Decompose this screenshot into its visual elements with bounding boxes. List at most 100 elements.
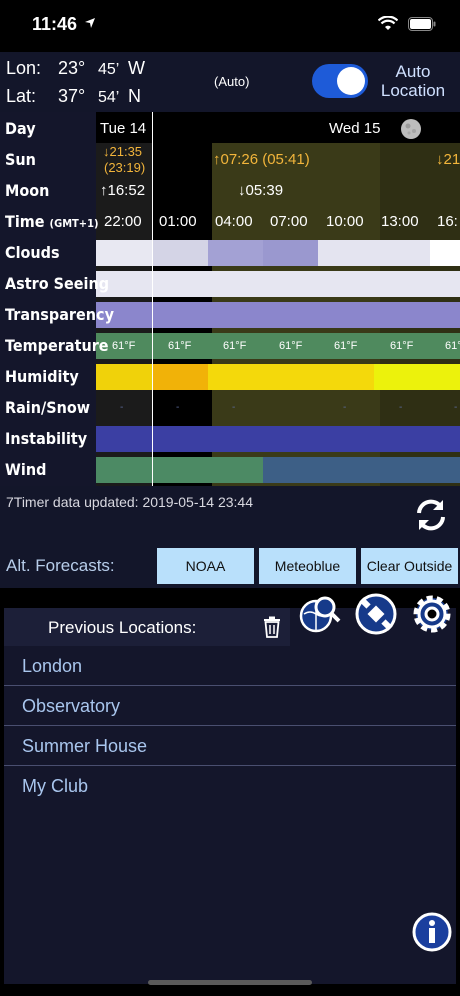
moonrise-text: ↑16:52 <box>100 182 146 199</box>
instability-cell <box>96 426 460 452</box>
seeing-cell <box>96 271 460 297</box>
battery-icon <box>408 16 436 36</box>
time-tick: 04:00 <box>215 213 253 230</box>
lat-label: Lat: <box>6 86 37 106</box>
alt-forecasts-bar: Alt. Forecasts: NOAA Meteoblue Clear Out… <box>0 546 460 588</box>
temp-value: 61°F <box>279 340 303 352</box>
current-time-line <box>152 112 153 486</box>
temp-value: 61°F <box>390 340 414 352</box>
auto-tag: (Auto) <box>214 74 250 89</box>
cloud-cell <box>96 240 152 266</box>
latitude-display[interactable]: Lat: 37° 54’ N <box>6 86 148 107</box>
moonset-text: ↓05:39 <box>238 182 284 199</box>
auto-location-line2: Location <box>380 81 446 100</box>
rain-none: - <box>454 402 458 413</box>
location-item[interactable]: Observatory <box>4 686 456 726</box>
clear-outside-button[interactable]: Clear Outside <box>361 548 458 584</box>
cloud-cell <box>208 240 263 266</box>
cloud-cell <box>430 240 460 266</box>
row-label-seeing: Astro Seeing <box>5 274 110 293</box>
lat-minutes: 54’ <box>98 89 120 106</box>
rain-none: - <box>343 402 347 413</box>
auto-location-line1: Auto <box>395 62 431 81</box>
lat-degrees: 37° <box>58 86 86 106</box>
day2-label: Wed 15 <box>329 120 381 137</box>
toggle-knob <box>337 67 365 95</box>
row-labels: Day Sun Moon Time (GMT+1) Clouds Astro S… <box>0 112 114 486</box>
time-tick: 01:00 <box>159 213 197 230</box>
gear-icon[interactable] <box>410 592 454 636</box>
meteoblue-button[interactable]: Meteoblue <box>259 548 356 584</box>
lon-degrees: 23° <box>58 58 86 78</box>
lon-label: Lon: <box>6 58 42 78</box>
time-tick: 10:00 <box>326 213 364 230</box>
temp-value: 61°F <box>334 340 358 352</box>
cloud-cell <box>152 240 208 266</box>
previous-locations-header: Previous Locations: <box>4 608 290 646</box>
home-indicator[interactable] <box>148 980 312 985</box>
temp-value: 61° <box>445 340 460 352</box>
previous-locations-title: Previous Locations: <box>48 618 197 637</box>
time-tick: 16: <box>437 213 458 230</box>
location-header: Lon: 23° 45’ W Lat: 37° 54’ N (Auto) Auto Loca… <box>0 52 460 112</box>
temp-value: 61°F <box>168 340 192 352</box>
humidity-cell <box>96 364 152 390</box>
cloud-cell <box>318 240 430 266</box>
location-item[interactable]: Summer House <box>4 726 456 766</box>
rain-none: - <box>399 402 403 413</box>
status-time: 11:46 <box>32 14 78 34</box>
time-tick: 22:00 <box>104 213 142 230</box>
sunset1-sub: (23:19) <box>104 160 146 175</box>
row-label-wind: Wind <box>5 460 47 479</box>
auto-location-toggle[interactable] <box>312 64 368 98</box>
humidity-cell <box>208 364 374 390</box>
cloud-cell <box>263 240 318 266</box>
lat-direction: N <box>128 86 141 106</box>
previous-locations-list: London Observatory Summer House My Club <box>4 646 456 806</box>
satellite-icon[interactable] <box>354 592 398 636</box>
trash-icon[interactable] <box>262 616 282 643</box>
transparency-cell <box>96 302 460 328</box>
sunrise-text: ↑07:26 (05:41) <box>213 151 310 168</box>
time-tick: 13:00 <box>381 213 419 230</box>
longitude-display[interactable]: Lon: 23° 45’ W <box>6 58 148 79</box>
lon-minutes: 45’ <box>98 61 120 78</box>
previous-locations-panel: Previous Locations: London Observatory S… <box>4 608 456 984</box>
row-label-sun: Sun <box>5 150 36 169</box>
lon-direction: W <box>128 58 145 78</box>
rain-none: - <box>176 402 180 413</box>
row-label-clouds: Clouds <box>5 243 60 262</box>
wind-cell <box>263 457 460 483</box>
row-label-time: Time (GMT+1) <box>5 212 99 231</box>
time-zone: (GMT+1) <box>49 217 99 230</box>
wifi-icon <box>377 15 399 36</box>
alt-forecasts-label: Alt. Forecasts: <box>6 556 115 575</box>
location-item[interactable]: My Club <box>4 766 456 806</box>
row-label-transparency: Transparency <box>5 305 114 324</box>
time-tick: 07:00 <box>270 213 308 230</box>
row-label-moon: Moon <box>5 181 50 200</box>
row-label-rain: Rain/Snow <box>5 398 91 417</box>
row-label-temperature: Temperature <box>5 336 109 355</box>
refresh-icon[interactable] <box>412 496 450 539</box>
row-label-time-text: Time <box>5 212 45 231</box>
location-item[interactable]: London <box>4 646 456 686</box>
wind-cell <box>96 457 263 483</box>
updated-text: 7Timer data updated: 2019-05-14 23:44 <box>6 494 253 510</box>
sunset1-text: ↓21:35 <box>103 144 143 159</box>
row-label-day: Day <box>5 119 36 138</box>
info-icon[interactable] <box>412 912 452 957</box>
forecast-grid[interactable]: Tue 14 Wed 15 ↓21:35 (23:19) ↑07:26 (05:… <box>0 112 460 486</box>
noaa-button[interactable]: NOAA <box>157 548 254 584</box>
rain-none: - <box>232 402 236 413</box>
day1-label: Tue 14 <box>100 120 147 137</box>
search-location-icon[interactable] <box>298 592 342 636</box>
temp-value: 61°F <box>112 340 136 352</box>
humidity-cell <box>152 364 208 390</box>
row-label-humidity: Humidity <box>5 367 79 386</box>
update-bar: 7Timer data updated: 2019-05-14 23:44 <box>0 486 460 546</box>
row-label-instability: Instability <box>5 429 88 448</box>
location-arrow-icon <box>84 16 96 34</box>
rain-none: - <box>120 402 124 413</box>
auto-location-label: Auto Location <box>376 62 450 100</box>
